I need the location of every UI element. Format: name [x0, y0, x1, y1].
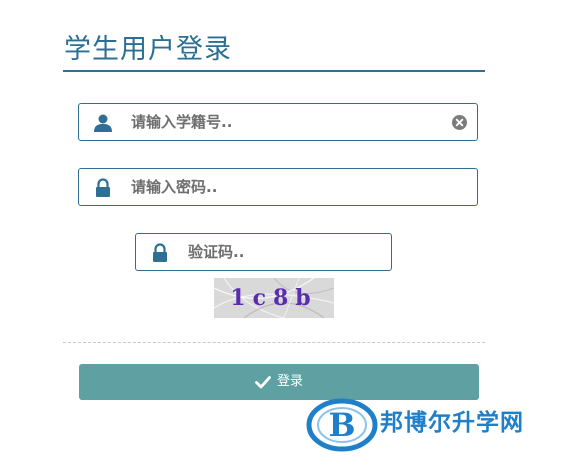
brand-logo-letter: B: [328, 406, 355, 444]
verify-code-field[interactable]: 验证码..: [135, 233, 392, 271]
captcha-code: 1c8b: [230, 285, 318, 311]
password-placeholder: 请输入密码..: [131, 178, 218, 196]
verify-code-placeholder: 验证码..: [188, 243, 245, 261]
captcha-image[interactable]: 1c8b: [214, 278, 334, 318]
site-watermark: B 邦博尔升学网: [306, 391, 556, 461]
brand-logo-icon: B: [306, 398, 378, 452]
lock-icon: [153, 243, 167, 262]
clear-circle-icon[interactable]: [452, 115, 467, 130]
page-title: 学生用户登录: [64, 34, 232, 65]
student-id-field[interactable]: 请输入学籍号..: [78, 103, 478, 141]
form-divider: [63, 342, 485, 343]
brand-name: 邦博尔升学网: [380, 410, 524, 436]
student-id-placeholder: 请输入学籍号..: [131, 113, 233, 131]
check-icon: [255, 376, 271, 389]
lock-icon: [96, 178, 110, 197]
title-underline: [63, 70, 485, 72]
password-field[interactable]: 请输入密码..: [78, 168, 478, 206]
login-button-label: 登录: [277, 374, 304, 389]
user-icon: [94, 114, 112, 132]
